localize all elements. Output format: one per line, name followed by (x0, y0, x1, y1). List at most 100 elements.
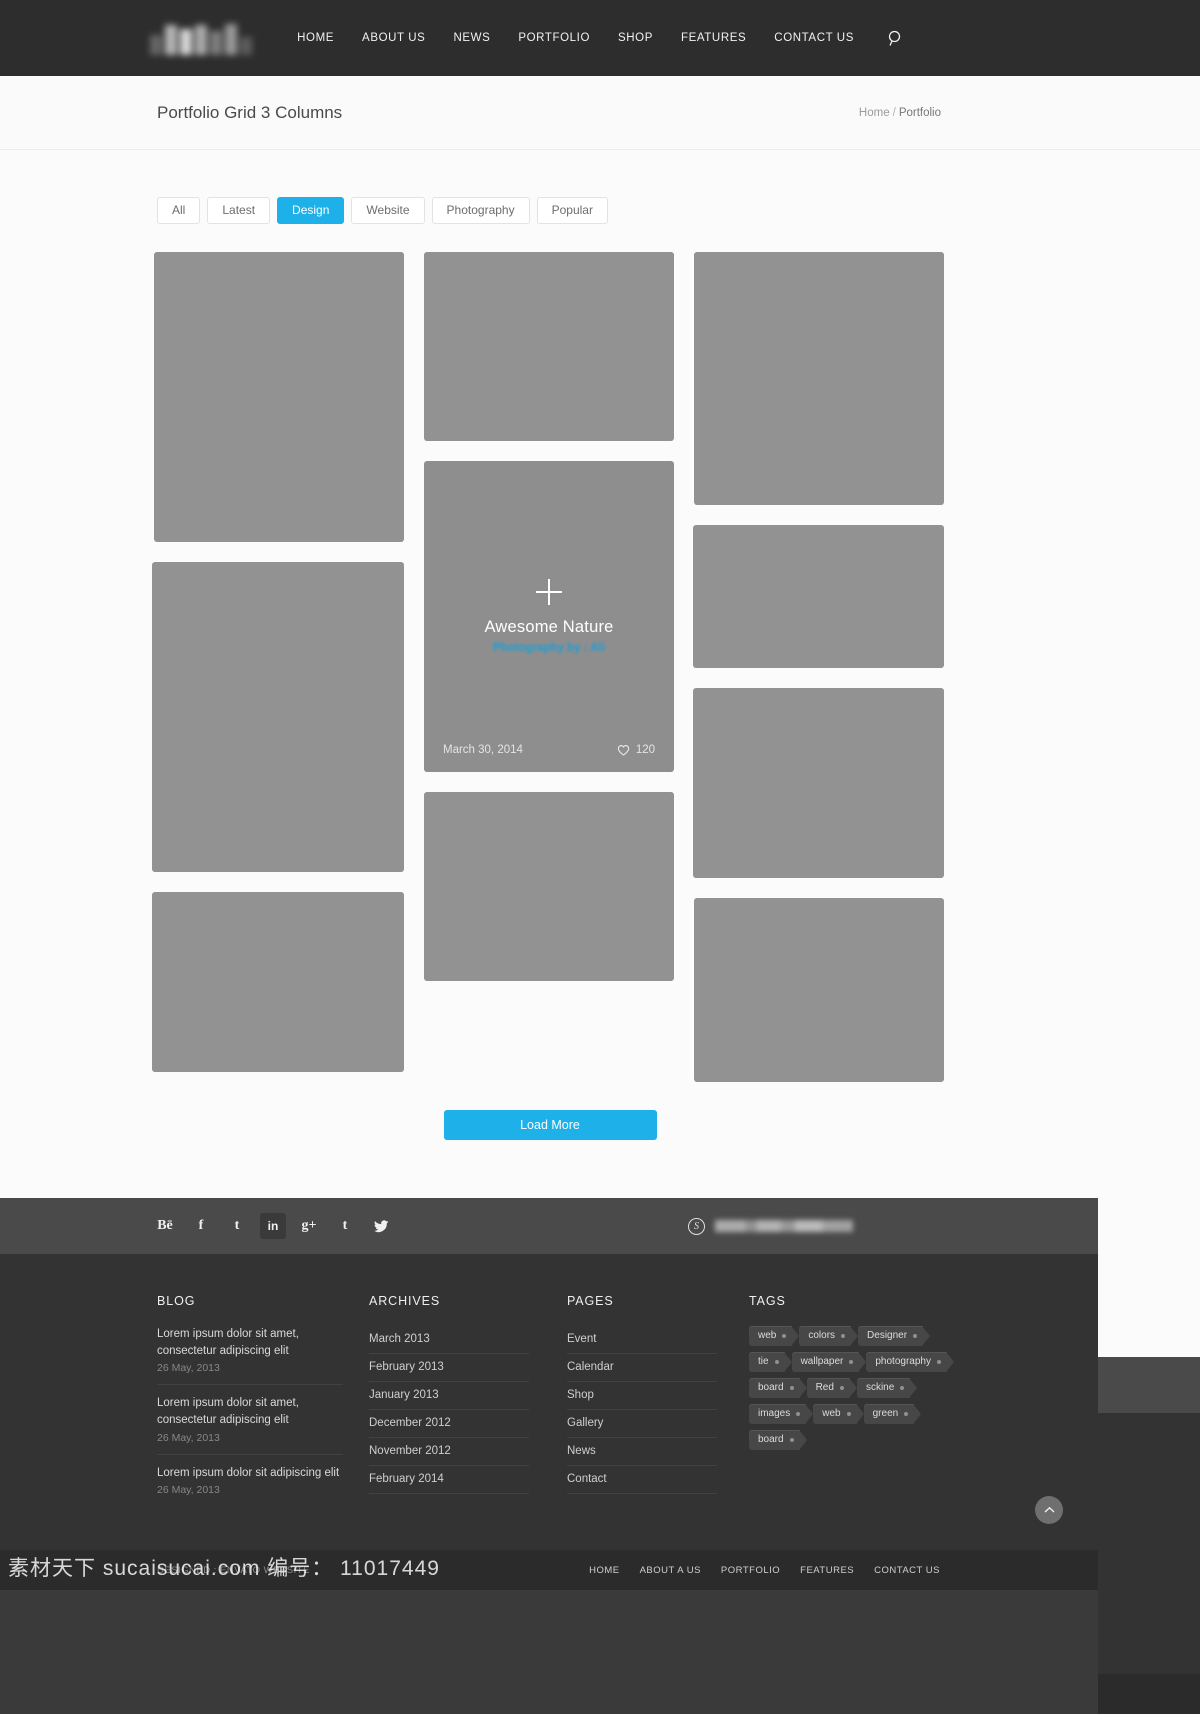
footer-blog-item[interactable]: Lorem ipsum dolor sit amet, consectetur … (157, 1395, 343, 1455)
chevron-up-icon (1044, 1507, 1054, 1513)
blog-item-title: Lorem ipsum dolor sit amet, consectetur … (157, 1397, 299, 1427)
nav-item-features[interactable]: FEATURES (667, 32, 760, 44)
linkedin-icon[interactable]: in (260, 1213, 286, 1239)
tile-subtitle: Photography by : Ali (492, 642, 606, 654)
nav-item-home[interactable]: HOME (283, 32, 348, 44)
filter-design[interactable]: Design (277, 197, 345, 224)
portfolio-tile[interactable] (154, 252, 404, 542)
load-more-button[interactable]: Load More (443, 1110, 657, 1140)
archive-link-december-2012[interactable]: December 2012 (369, 1410, 529, 1438)
logo-mark (150, 21, 252, 55)
blog-item-title: Lorem ipsum dolor sit amet, consectetur … (157, 1328, 299, 1357)
footer-nav-about-us[interactable]: ABOUT A US (640, 1565, 701, 1576)
footer-nav-portfolio[interactable]: PORTFOLIO (721, 1565, 780, 1576)
tag-item[interactable]: Designer (858, 1326, 931, 1346)
page-link-contact[interactable]: Contact (567, 1466, 717, 1494)
tag-item[interactable]: tie (749, 1352, 792, 1372)
page-link-news[interactable]: News (567, 1438, 717, 1466)
breadcrumb-current: Portfolio (898, 106, 941, 119)
skype-contact[interactable]: S (688, 1217, 853, 1235)
footer-nav: HOME ABOUT A US PORTFOLIO FEATURES CONTA… (589, 1565, 940, 1576)
tumblr-icon[interactable]: t (332, 1213, 358, 1239)
footer-blog-item[interactable]: Lorem ipsum dolor sit adipiscing elit 26… (157, 1465, 343, 1507)
site-footer: BLOG Lorem ipsum dolor sit amet, consect… (0, 1254, 1098, 1551)
footer-column-blog: BLOG Lorem ipsum dolor sit amet, consect… (157, 1294, 343, 1516)
portfolio-tile[interactable] (152, 892, 404, 1072)
nav-item-portfolio[interactable]: PORTFOLIO (504, 32, 604, 44)
portfolio-tile[interactable] (424, 252, 674, 441)
page-title-bar: Portfolio Grid 3 Columns Home / Portfolio (0, 76, 1098, 150)
nav-item-news[interactable]: NEWS (439, 32, 504, 44)
filter-latest[interactable]: Latest (207, 197, 271, 224)
tag-item[interactable]: sckine (856, 1378, 918, 1398)
footer-nav-home[interactable]: HOME (589, 1565, 620, 1576)
plus-icon[interactable] (536, 579, 562, 605)
footer-column-tags: TAGS web colors Designer tie wallpaper p… (749, 1294, 959, 1516)
blog-item-date: 26 May, 2013 (157, 1484, 220, 1497)
tag-item[interactable]: board (749, 1378, 807, 1398)
page-link-shop[interactable]: Shop (567, 1382, 717, 1410)
tag-item[interactable]: colors (799, 1326, 858, 1346)
tag-item[interactable]: images (749, 1404, 814, 1424)
heart-icon (617, 745, 629, 756)
portfolio-tile[interactable] (694, 898, 944, 1082)
twitter-icon[interactable] (368, 1213, 394, 1239)
nav-item-shop[interactable]: SHOP (604, 32, 667, 44)
archive-link-march-2013[interactable]: March 2013 (369, 1326, 529, 1354)
tag-item[interactable]: Red (806, 1378, 858, 1398)
filter-website[interactable]: Website (351, 197, 425, 224)
filter-all[interactable]: All (157, 197, 201, 224)
portfolio-column-1 (152, 252, 404, 1072)
page-root: HOME ABOUT US NEWS PORTFOLIO SHOP FEATUR… (0, 0, 1200, 1714)
footer-heading-pages: PAGES (567, 1294, 614, 1308)
portfolio-tile[interactable] (694, 252, 944, 505)
twitter-alt-icon[interactable]: t (224, 1213, 250, 1239)
portfolio-tile-hover[interactable]: Awesome Nature Photography by : Ali Marc… (424, 461, 674, 772)
google-plus-icon[interactable]: g+ (296, 1213, 322, 1239)
footer-nav-features[interactable]: FEATURES (800, 1565, 854, 1576)
main-content: All Latest Design Website Photography Po… (0, 197, 1098, 1198)
tag-item[interactable]: photography (866, 1352, 954, 1372)
footer-bottom-bar: DESIGNED : ENVATO WEBSITE HOME ABOUT A U… (0, 1496, 1098, 1591)
main-nav: HOME ABOUT US NEWS PORTFOLIO SHOP FEATUR… (283, 32, 868, 44)
behance-icon[interactable]: Bē (152, 1213, 178, 1239)
archive-link-january-2013[interactable]: January 2013 (369, 1382, 529, 1410)
social-links: Bē f t in g+ t (152, 1213, 394, 1239)
archive-link-november-2012[interactable]: November 2012 (369, 1438, 529, 1466)
blog-item-date: 26 May, 2013 (157, 1362, 220, 1375)
site-header: HOME ABOUT US NEWS PORTFOLIO SHOP FEATUR… (0, 0, 1098, 76)
tag-item[interactable]: wallpaper (791, 1352, 867, 1372)
blog-item-date: 26 May, 2013 (157, 1431, 220, 1444)
likes-count: 120 (635, 744, 655, 756)
portfolio-tile[interactable] (424, 792, 674, 981)
tag-item[interactable]: board (749, 1430, 807, 1450)
blog-item-title: Lorem ipsum dolor sit adipiscing elit (157, 1466, 340, 1479)
filter-photography[interactable]: Photography (431, 197, 530, 224)
page-link-calendar[interactable]: Calendar (567, 1354, 717, 1382)
breadcrumb-home[interactable]: Home (859, 107, 890, 119)
skype-icon: S (688, 1217, 705, 1235)
portfolio-tile[interactable] (693, 525, 944, 668)
tile-likes[interactable]: 120 (617, 744, 655, 756)
page-link-gallery[interactable]: Gallery (567, 1410, 717, 1438)
tag-item[interactable]: web (749, 1326, 800, 1346)
tag-item[interactable]: web (813, 1404, 865, 1424)
search-icon[interactable] (882, 25, 908, 51)
facebook-icon[interactable]: f (188, 1213, 214, 1239)
archive-link-february-2013[interactable]: February 2013 (369, 1354, 529, 1382)
footer-nav-contact-us[interactable]: CONTACT US (874, 1565, 940, 1576)
portfolio-filter-bar: All Latest Design Website Photography Po… (157, 197, 1098, 224)
filter-popular[interactable]: Popular (536, 197, 608, 224)
footer-blog-item[interactable]: Lorem ipsum dolor sit amet, consectetur … (157, 1326, 343, 1386)
tile-title: Awesome Nature (484, 618, 614, 636)
portfolio-tile[interactable] (152, 562, 404, 872)
archive-link-february-2014[interactable]: February 2014 (369, 1466, 529, 1494)
breadcrumb: Home / Portfolio (859, 107, 941, 119)
page-link-event[interactable]: Event (567, 1326, 717, 1354)
nav-item-about-us[interactable]: ABOUT US (348, 32, 439, 44)
page-right-gutter (1098, 0, 1200, 1714)
tag-item[interactable]: green (863, 1404, 921, 1424)
site-logo[interactable] (150, 20, 280, 56)
portfolio-tile[interactable] (693, 688, 944, 878)
nav-item-contact-us[interactable]: CONTACT US (760, 32, 868, 44)
